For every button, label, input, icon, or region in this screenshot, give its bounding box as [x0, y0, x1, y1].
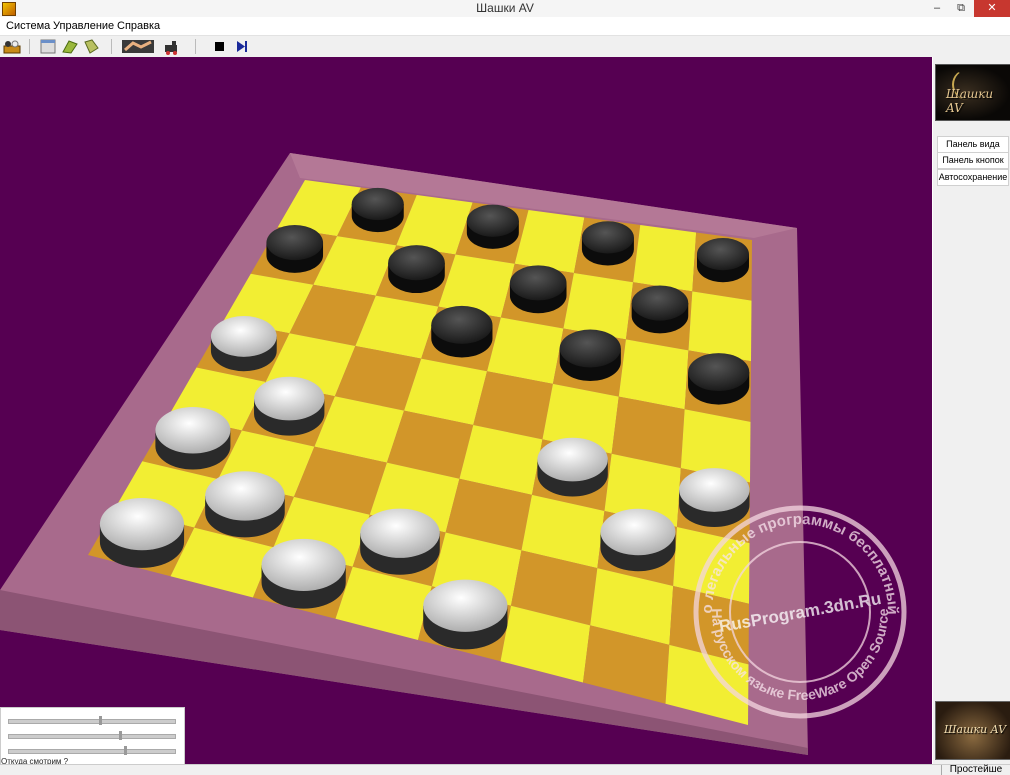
piece-top: [688, 353, 750, 392]
white-piece[interactable]: [537, 437, 608, 497]
board-square[interactable]: [633, 225, 697, 292]
piece-top: [351, 187, 404, 221]
slider-thumb[interactable]: [98, 716, 102, 725]
piece-top: [210, 316, 277, 357]
piece-top: [423, 579, 508, 632]
view-angle-panel: Откуда смотрим ?: [0, 707, 185, 766]
view-panel-button[interactable]: Панель вида: [937, 136, 1009, 153]
slider-thumb[interactable]: [124, 746, 128, 755]
handshake-icon[interactable]: [121, 38, 155, 55]
menu-bar: Система Управление Справка: [0, 17, 1010, 36]
piece-top: [631, 285, 689, 321]
logo-text: Шашки AV: [946, 87, 994, 115]
side-panel: Шашки AV Панель вида Панель кнопок Автос…: [932, 57, 1010, 764]
piece-top: [205, 471, 285, 521]
piece-top: [696, 238, 749, 271]
piece-top: [254, 376, 325, 421]
play-icon[interactable]: [233, 38, 251, 55]
black-piece[interactable]: [466, 204, 519, 249]
white-piece[interactable]: [210, 316, 277, 372]
restore-icon[interactable]: ⧉: [950, 0, 972, 17]
white-piece[interactable]: [261, 538, 346, 609]
white-piece[interactable]: [254, 376, 325, 436]
close-icon[interactable]: ✕: [974, 0, 1010, 17]
autosave-button[interactable]: Автосохранение: [937, 169, 1009, 186]
piece-top: [466, 204, 519, 237]
piece-top: [431, 305, 493, 344]
white-piece[interactable]: [99, 498, 185, 568]
white-piece[interactable]: [155, 407, 231, 470]
view-slider-3[interactable]: [8, 746, 176, 755]
piece-top: [261, 538, 346, 592]
app-logo: Шашки AV: [935, 64, 1010, 121]
title-bar: Шашки AV – ⧉ ✕: [0, 0, 1010, 18]
piece-top: [360, 508, 440, 558]
piece-top: [509, 265, 567, 301]
board-icon[interactable]: [39, 38, 57, 55]
bottom-logo: Шашки AV: [935, 701, 1010, 760]
toolbar: [0, 36, 1010, 58]
toolbar-separator: [111, 39, 112, 54]
white-piece[interactable]: [360, 508, 440, 575]
stop-icon[interactable]: [210, 38, 228, 55]
slider-thumb[interactable]: [119, 731, 123, 740]
piece-top: [537, 437, 608, 482]
piece-top: [266, 225, 324, 261]
black-piece[interactable]: [388, 245, 445, 294]
board-scene[interactable]: Только легальные программы бесплатный со…: [0, 57, 932, 764]
toolbar-separator: [29, 39, 30, 54]
view-slider-1[interactable]: [8, 716, 176, 725]
piece-top: [99, 498, 185, 551]
piece-top: [559, 329, 621, 368]
status-bar: Простейше: [0, 764, 1010, 775]
piece-top: [581, 221, 634, 254]
menu-item-system[interactable]: Система: [6, 20, 50, 32]
minimize-icon[interactable]: –: [926, 0, 948, 17]
piece-top: [600, 508, 676, 556]
white-piece[interactable]: [600, 508, 676, 572]
menu-item-help[interactable]: Справка: [117, 20, 160, 32]
black-piece[interactable]: [581, 221, 634, 266]
window-title: Шашки AV: [476, 1, 534, 15]
board-square[interactable]: [688, 291, 752, 362]
black-piece[interactable]: [431, 305, 493, 358]
piece-top: [679, 468, 750, 512]
black-piece[interactable]: [509, 265, 567, 314]
piece-top: [388, 245, 445, 281]
toolbar-separator: [195, 39, 196, 54]
new-game-icon[interactable]: [3, 38, 21, 55]
black-piece[interactable]: [688, 353, 750, 405]
load-icon[interactable]: [61, 38, 79, 55]
menu-item-control[interactable]: Управление: [53, 20, 114, 32]
engine-icon[interactable]: [163, 38, 181, 55]
white-piece[interactable]: [679, 468, 750, 528]
piece-top: [155, 407, 231, 454]
black-piece[interactable]: [559, 329, 621, 382]
board-square[interactable]: [563, 272, 634, 340]
game-viewport[interactable]: Только легальные программы бесплатный со…: [0, 57, 932, 764]
save-icon[interactable]: [82, 38, 100, 55]
view-slider-2[interactable]: [8, 731, 176, 740]
white-piece[interactable]: [205, 471, 285, 538]
black-piece[interactable]: [266, 225, 324, 273]
bottom-logo-text: Шашки AV: [944, 723, 1007, 736]
black-piece[interactable]: [351, 187, 404, 233]
black-piece[interactable]: [631, 285, 689, 334]
black-piece[interactable]: [696, 238, 749, 283]
buttons-panel-button[interactable]: Панель кнопок: [937, 152, 1009, 169]
white-piece[interactable]: [423, 579, 508, 650]
